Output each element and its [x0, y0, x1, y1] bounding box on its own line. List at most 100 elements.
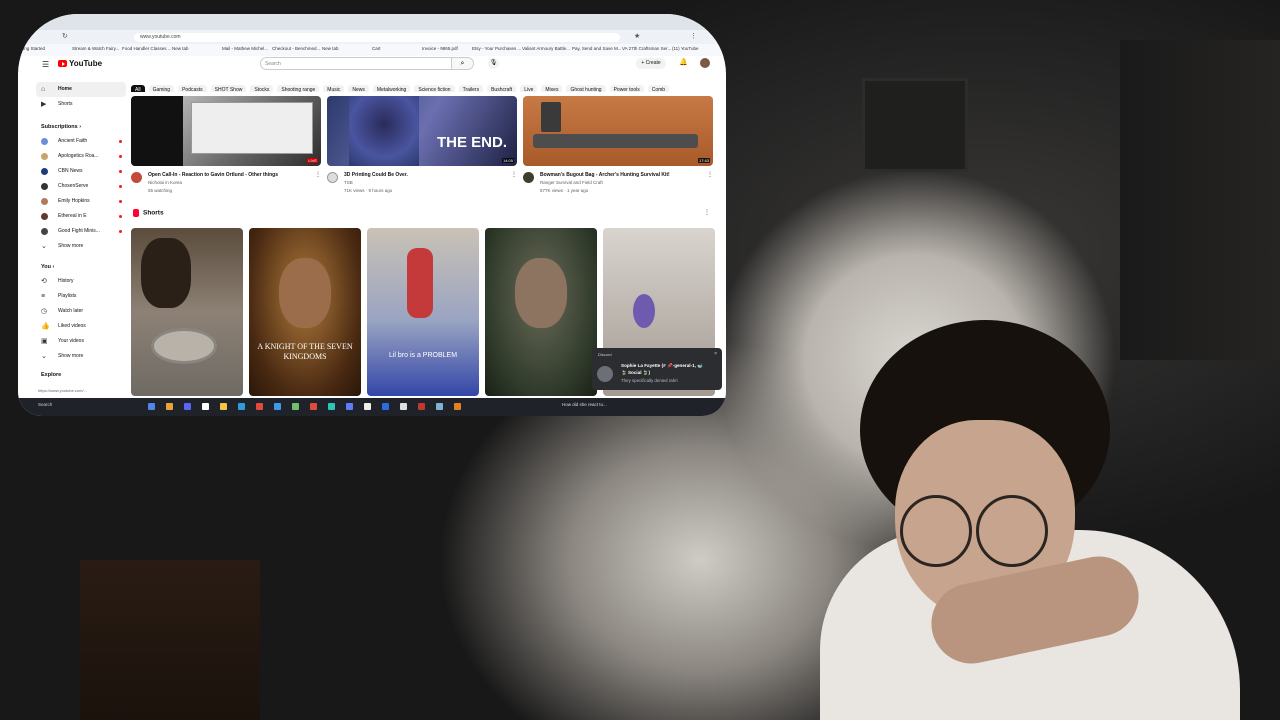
chip-all[interactable]: All	[131, 85, 145, 92]
sidebar-item-watch-later[interactable]: ◷ Watch later	[36, 304, 126, 319]
taskbar-now-playing[interactable]: How did she react to...	[562, 402, 607, 407]
video-thumbnail-2[interactable]: THE END. 14:05	[327, 96, 517, 166]
taskbar-app-icon[interactable]	[328, 403, 335, 410]
more-options-icon[interactable]: ⋮	[315, 171, 321, 178]
chip-music[interactable]: Music	[323, 85, 345, 92]
youtube-logo[interactable]: YouTube	[58, 59, 102, 68]
bookmark-item[interactable]: New tab	[172, 46, 189, 51]
video-thumbnail-1[interactable]: LIVE	[131, 96, 321, 166]
bookmark-item[interactable]: Cart	[372, 46, 381, 51]
taskbar-app-icon[interactable]	[148, 403, 155, 410]
taskbar-app-icon[interactable]	[382, 403, 389, 410]
sidebar-subscription[interactable]: Ethereal in E	[36, 209, 126, 224]
bookmark-item[interactable]: ting Started	[22, 46, 45, 51]
sidebar-item-home[interactable]: ⌂ Home	[36, 82, 126, 97]
more-options-icon[interactable]: ⋮	[707, 171, 713, 178]
bookmark-item[interactable]: Checkout - Benchmed...	[272, 46, 320, 51]
chip-trailers[interactable]: Trailers	[458, 85, 484, 92]
taskbar-app-icon[interactable]	[238, 403, 245, 410]
reload-icon[interactable]: ↻	[62, 32, 68, 40]
taskbar-app-icon[interactable]	[310, 403, 317, 410]
taskbar-app-icon[interactable]	[202, 403, 209, 410]
sidebar-subscription[interactable]: Ancient Faith	[36, 134, 126, 149]
short-1[interactable]	[131, 228, 243, 396]
sidebar-item-history[interactable]: ⟲ History	[36, 274, 126, 289]
video-channel[interactable]: TSB	[344, 180, 353, 185]
microphone-icon[interactable]: 🎙	[488, 58, 499, 69]
taskbar-search[interactable]: Search	[38, 402, 52, 407]
taskbar-app-icon[interactable]	[346, 403, 353, 410]
sidebar-item-your-videos[interactable]: ▣ Your videos	[36, 334, 126, 349]
taskbar-app-icon[interactable]	[220, 403, 227, 410]
taskbar-app-icon[interactable]	[364, 403, 371, 410]
taskbar-app-icon[interactable]	[292, 403, 299, 410]
chip-ghost-hunting[interactable]: Ghost hunting	[566, 85, 606, 92]
sidebar-subscription[interactable]: Apologetics Roa...	[36, 149, 126, 164]
account-avatar[interactable]	[700, 58, 710, 68]
search-icon[interactable]: ⌕	[452, 57, 474, 70]
short-3[interactable]: Lil bro is a PROBLEM	[367, 228, 479, 396]
sidebar-item-shorts[interactable]: ▶ Shorts	[36, 97, 126, 112]
channel-avatar[interactable]	[131, 172, 142, 183]
chip-podcasts[interactable]: Podcasts	[178, 85, 207, 92]
chip-power-tools[interactable]: Power tools	[609, 85, 644, 92]
taskbar-app-icon[interactable]	[436, 403, 443, 410]
sidebar-subscription[interactable]: Emily Hopkins	[36, 194, 126, 209]
chip-stocks[interactable]: Stocks	[250, 85, 274, 92]
video-thumbnail-3[interactable]: 17:43	[523, 96, 713, 166]
video-channel[interactable]: Nicholai in Korea	[148, 180, 182, 185]
taskbar-app-icon[interactable]	[184, 403, 191, 410]
bookmark-item[interactable]: Food Handler Classes ...	[122, 46, 172, 51]
subscriptions-show-more[interactable]: ⌄ Show more	[36, 239, 126, 254]
chip-mixes[interactable]: Mixes	[541, 85, 563, 92]
taskbar-app-icon[interactable]	[418, 403, 425, 410]
close-icon[interactable]: ×	[714, 351, 717, 357]
taskbar-app-icon[interactable]	[274, 403, 281, 410]
chip-science-fiction[interactable]: Science fiction	[414, 85, 455, 92]
browser-menu-icon[interactable]: ⋮	[690, 32, 697, 40]
sidebar-item-playlists[interactable]: ≡ Playlists	[36, 289, 126, 304]
sidebar-subscription[interactable]: CBN News	[36, 164, 126, 179]
chip-live[interactable]: Live	[520, 85, 538, 92]
tab-bar[interactable]	[18, 14, 726, 30]
you-heading[interactable]: You ›	[36, 260, 126, 274]
bookmark-item[interactable]: Invoice - 9865.pdf	[422, 46, 458, 51]
address-bar[interactable]: www.youtube.com	[134, 33, 620, 42]
bookmark-item[interactable]: Pay, Send and Save M...	[572, 46, 621, 51]
chip-gaming[interactable]: Gaming	[148, 85, 175, 92]
video-title[interactable]: 3D Printing Could Be Over.	[344, 172, 408, 178]
chip-metalworking[interactable]: Metalworking	[372, 85, 411, 92]
sidebar-subscription[interactable]: ChosenServe	[36, 179, 126, 194]
video-title[interactable]: Bowman's Bugout Bag - Archer's Hunting S…	[540, 172, 670, 178]
discord-notification[interactable]: Discord × Sophie La Fayette (# 📌-general…	[592, 348, 722, 390]
bookmark-item[interactable]: (11) YouTube	[672, 46, 699, 51]
bookmark-item[interactable]: New tab	[322, 46, 339, 51]
taskbar-app-icon[interactable]	[256, 403, 263, 410]
star-icon[interactable]: ★	[634, 32, 640, 40]
sidebar-item-liked-videos[interactable]: 👍 Liked videos	[36, 319, 126, 334]
chip-news[interactable]: News	[348, 85, 369, 92]
chip-shooting-range[interactable]: Shooting range	[277, 85, 320, 92]
video-channel[interactable]: Ranger Survival and Field Craft	[540, 180, 603, 185]
short-2[interactable]: A KNIGHT OF THE SEVEN KINGDOMS	[249, 228, 361, 396]
taskbar-app-icon[interactable]	[454, 403, 461, 410]
sidebar-subscription[interactable]: Good Fight Minis...	[36, 224, 126, 239]
channel-avatar[interactable]	[523, 172, 534, 183]
hamburger-menu-icon[interactable]: ☰	[42, 60, 49, 69]
search-input[interactable]: Search	[260, 57, 452, 70]
bookmark-item[interactable]: Etsy - Your Purchases ...	[472, 46, 521, 51]
bookmark-item[interactable]: Valiant Armoury Battle...	[522, 46, 570, 51]
more-options-icon[interactable]: ⋮	[511, 171, 517, 178]
video-title[interactable]: Open Call-In - Reaction to Gavin Ortlund…	[148, 172, 278, 178]
sidebar-item-show-more[interactable]: ⌄ Show more	[36, 349, 126, 364]
short-4[interactable]	[485, 228, 597, 396]
chip-bushcraft[interactable]: Bushcraft	[487, 85, 517, 92]
channel-avatar[interactable]	[327, 172, 338, 183]
subscriptions-heading[interactable]: Subscriptions ›	[36, 120, 126, 134]
taskbar-app-icon[interactable]	[400, 403, 407, 410]
bookmark-item[interactable]: VA 27th Craftsman Ser...	[622, 46, 671, 51]
create-button[interactable]: + Create	[636, 58, 666, 69]
taskbar-app-icon[interactable]	[166, 403, 173, 410]
chip-shot-show[interactable]: SHOT Show	[210, 85, 247, 92]
notifications-bell-icon[interactable]: 🔔	[679, 58, 688, 66]
